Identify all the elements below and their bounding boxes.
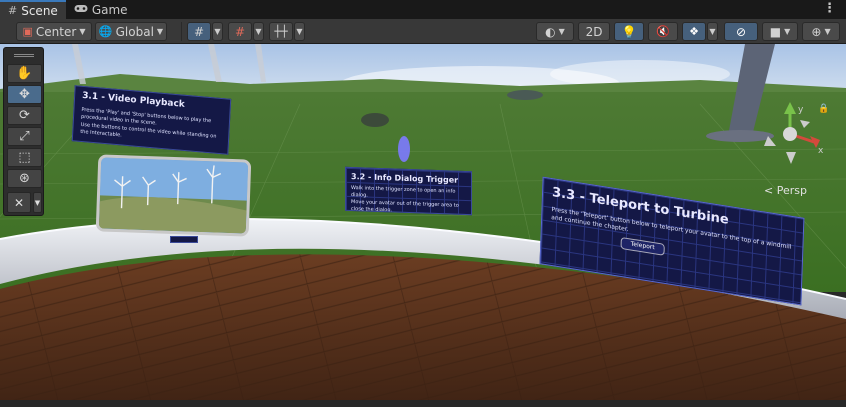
increment-snap-toggle[interactable]: #	[228, 22, 252, 41]
tab-game[interactable]: Game	[66, 0, 136, 19]
chevron-down-icon: ▼	[79, 27, 86, 36]
gizmos-dropdown[interactable]: ⊕ ▼	[802, 22, 840, 41]
scale-icon: ⤢	[19, 129, 30, 144]
2d-mode-button[interactable]: 2D	[578, 22, 610, 41]
tab-scene-label: Scene	[21, 3, 58, 18]
scene-toolbar: ▣ Center ▼ 🌐 Global ▼ # ▼ # ▼ ┼┼ ▼ ◐ ▼ 2…	[0, 19, 846, 44]
grid-visibility-dropdown[interactable]: ▼	[294, 22, 305, 41]
video-controls-bar[interactable]	[170, 236, 198, 243]
camera-perspective-label[interactable]: < Persp	[764, 184, 807, 197]
ruler-icon: ┼┼	[274, 25, 288, 38]
custom-tool-dropdown[interactable]: ▼	[33, 192, 42, 213]
teleport-button[interactable]: Teleport	[620, 236, 665, 256]
chevron-down-icon: ▼	[214, 27, 221, 36]
space-label: Global	[115, 24, 154, 39]
video-thumbnail	[98, 157, 249, 234]
chevron-down-icon: ▼	[558, 27, 565, 36]
snap-icon: #	[234, 24, 246, 39]
2d-label: 2D	[585, 24, 603, 39]
gamepad-icon	[74, 3, 88, 16]
effects-dropdown[interactable]: ▼	[707, 22, 718, 41]
rotate-icon: ⟳	[19, 108, 30, 123]
increment-snap-dropdown[interactable]: ▼	[253, 22, 264, 41]
move-icon: ✥	[19, 87, 30, 102]
panel-title: 3.2 - Info Dialog Trigger	[351, 171, 459, 185]
gizmo-x-label: x	[818, 146, 824, 156]
draw-mode-dropdown[interactable]: ◐ ▼	[536, 22, 574, 41]
tab-scene[interactable]: # Scene	[0, 0, 66, 19]
chevron-down-icon: ▼	[824, 27, 831, 36]
eye-slash-icon: ⊘	[735, 24, 747, 39]
shading-icon: ◐	[545, 24, 556, 39]
drag-handle[interactable]	[14, 54, 34, 57]
lightbulb-icon: 💡	[621, 24, 637, 39]
hand-icon: ✋	[16, 66, 33, 81]
move-tool-button[interactable]: ✥	[7, 85, 42, 104]
effects-toggle[interactable]: ❖	[682, 22, 706, 41]
rect-icon: ⬚	[18, 150, 31, 165]
camera-settings-dropdown[interactable]: ■ ▼	[762, 22, 798, 41]
pivot-mode-dropdown[interactable]: ▣ Center ▼	[16, 22, 92, 41]
pivot-label: Center	[35, 24, 77, 39]
lighting-toggle[interactable]: 💡	[614, 22, 644, 41]
more-options-icon[interactable]: ⋮	[823, 1, 836, 16]
speaker-muted-icon: 🔇	[656, 25, 670, 38]
chevron-down-icon: ▼	[255, 27, 262, 36]
layers-icon: ❖	[689, 25, 699, 38]
chevron-down-icon: ▼	[784, 27, 791, 36]
grid-snap-dropdown[interactable]: ▼	[212, 22, 223, 41]
transform-icon: ⊛	[19, 171, 30, 186]
video-screen[interactable]	[95, 154, 252, 237]
transform-tool-button[interactable]: ⊛	[7, 169, 42, 188]
hand-tool-button[interactable]: ✋	[7, 64, 42, 83]
chevron-down-icon: ▼	[34, 198, 41, 207]
tab-bar: # Scene Game ⋮	[0, 0, 846, 19]
custom-tool-group: ✕ ▼	[7, 192, 42, 213]
chevron-down-icon: ▼	[709, 27, 716, 36]
globe-icon: 🌐	[98, 25, 113, 38]
gizmo-y-label: y	[798, 105, 804, 115]
scale-tool-button[interactable]: ⤢	[7, 127, 42, 146]
gizmo-icon: ⊕	[811, 24, 822, 39]
pivot-rotation-dropdown[interactable]: 🌐 Global ▼	[95, 22, 167, 41]
info-dialog-panel[interactable]: 3.2 - Info Dialog Trigger Walk into the …	[345, 166, 472, 216]
grid-visibility-toggle[interactable]: ┼┼	[269, 22, 293, 41]
rect-tool-button[interactable]: ⬚	[7, 148, 42, 167]
chevron-down-icon: ▼	[156, 27, 164, 36]
rotate-tool-button[interactable]: ⟳	[7, 106, 42, 125]
tool-palette: ✋ ✥ ⟳ ⤢ ⬚ ⊛ ✕ ▼	[3, 47, 44, 216]
grid-snap-toggle[interactable]: #	[187, 22, 211, 41]
scene-visibility-toggle[interactable]: ⊘	[724, 22, 758, 41]
chevron-down-icon: ▼	[296, 27, 303, 36]
orientation-gizmo[interactable]: y x	[756, 100, 828, 168]
wrench-icon: ✕	[13, 195, 25, 210]
unity-scene-window: # Scene Game ⋮ ▣ Center ▼ 🌐 Global ▼ # ▼…	[0, 0, 846, 407]
camera-icon: ■	[769, 24, 782, 39]
audio-toggle[interactable]: 🔇	[648, 22, 678, 41]
grid-snap-icon: #	[193, 24, 205, 39]
tab-game-label: Game	[91, 2, 128, 17]
grid-icon: #	[8, 4, 18, 17]
custom-tool-button[interactable]: ✕	[7, 192, 31, 213]
pivot-icon: ▣	[22, 25, 33, 38]
